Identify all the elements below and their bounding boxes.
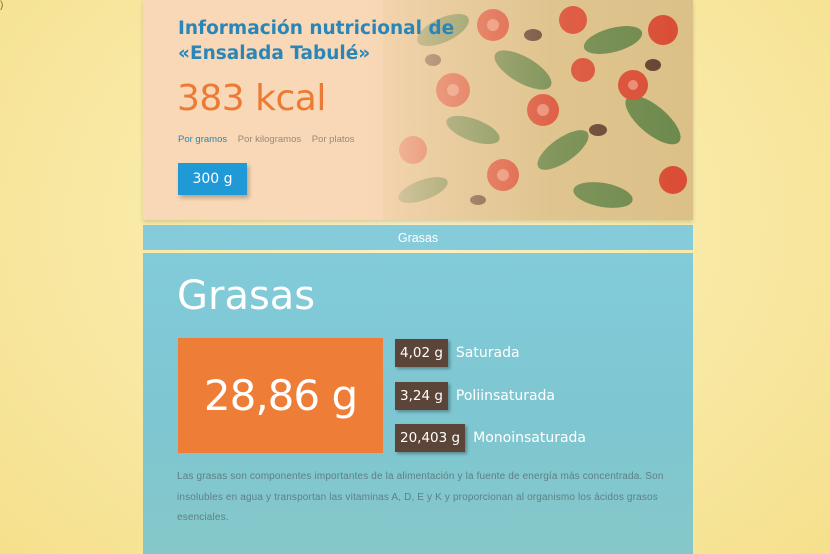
fat-item-label: Poliinsaturada: [455, 388, 556, 404]
portion-button[interactable]: 300 g: [178, 163, 247, 195]
section-tab-fats[interactable]: Grasas: [143, 225, 693, 250]
fats-title: Grasas: [177, 273, 316, 319]
fats-description: Las grasas son componentes importantes d…: [177, 471, 664, 523]
tab-per-plates[interactable]: Por platos: [312, 134, 355, 145]
tab-per-kilograms[interactable]: Por kilogramos: [238, 134, 301, 145]
page-title: Información nutricional de «Ensalada Tab…: [178, 18, 455, 64]
fat-item-monounsaturated: 20,403 g Monoinsaturada: [395, 424, 586, 452]
fat-item-polyunsaturated: 3,24 g Poliinsaturada: [395, 382, 555, 410]
fat-item-value: 3,24 g: [395, 382, 448, 410]
fats-panel: Grasas 28,86 g 4,02 g Saturada 3,24 g Po…: [143, 253, 693, 554]
tab-per-grams[interactable]: Por gramos: [178, 134, 227, 145]
fat-item-value: 20,403 g: [395, 424, 466, 452]
fat-item-value: 4,02 g: [395, 339, 448, 367]
background-glyph: ): [0, 0, 4, 11]
fat-item-label: Monoinsaturada: [473, 430, 586, 446]
fat-item-saturated: 4,02 g Saturada: [395, 339, 520, 367]
fat-item-label: Saturada: [455, 345, 520, 361]
fats-total-value: 28,86 g: [178, 338, 383, 453]
nutrition-header-card: Información nutricional de «Ensalada Tab…: [143, 0, 693, 220]
unit-tabs: Por gramos Por kilogramos Por platos: [178, 134, 363, 145]
calories-value: 383 kcal: [177, 78, 326, 119]
